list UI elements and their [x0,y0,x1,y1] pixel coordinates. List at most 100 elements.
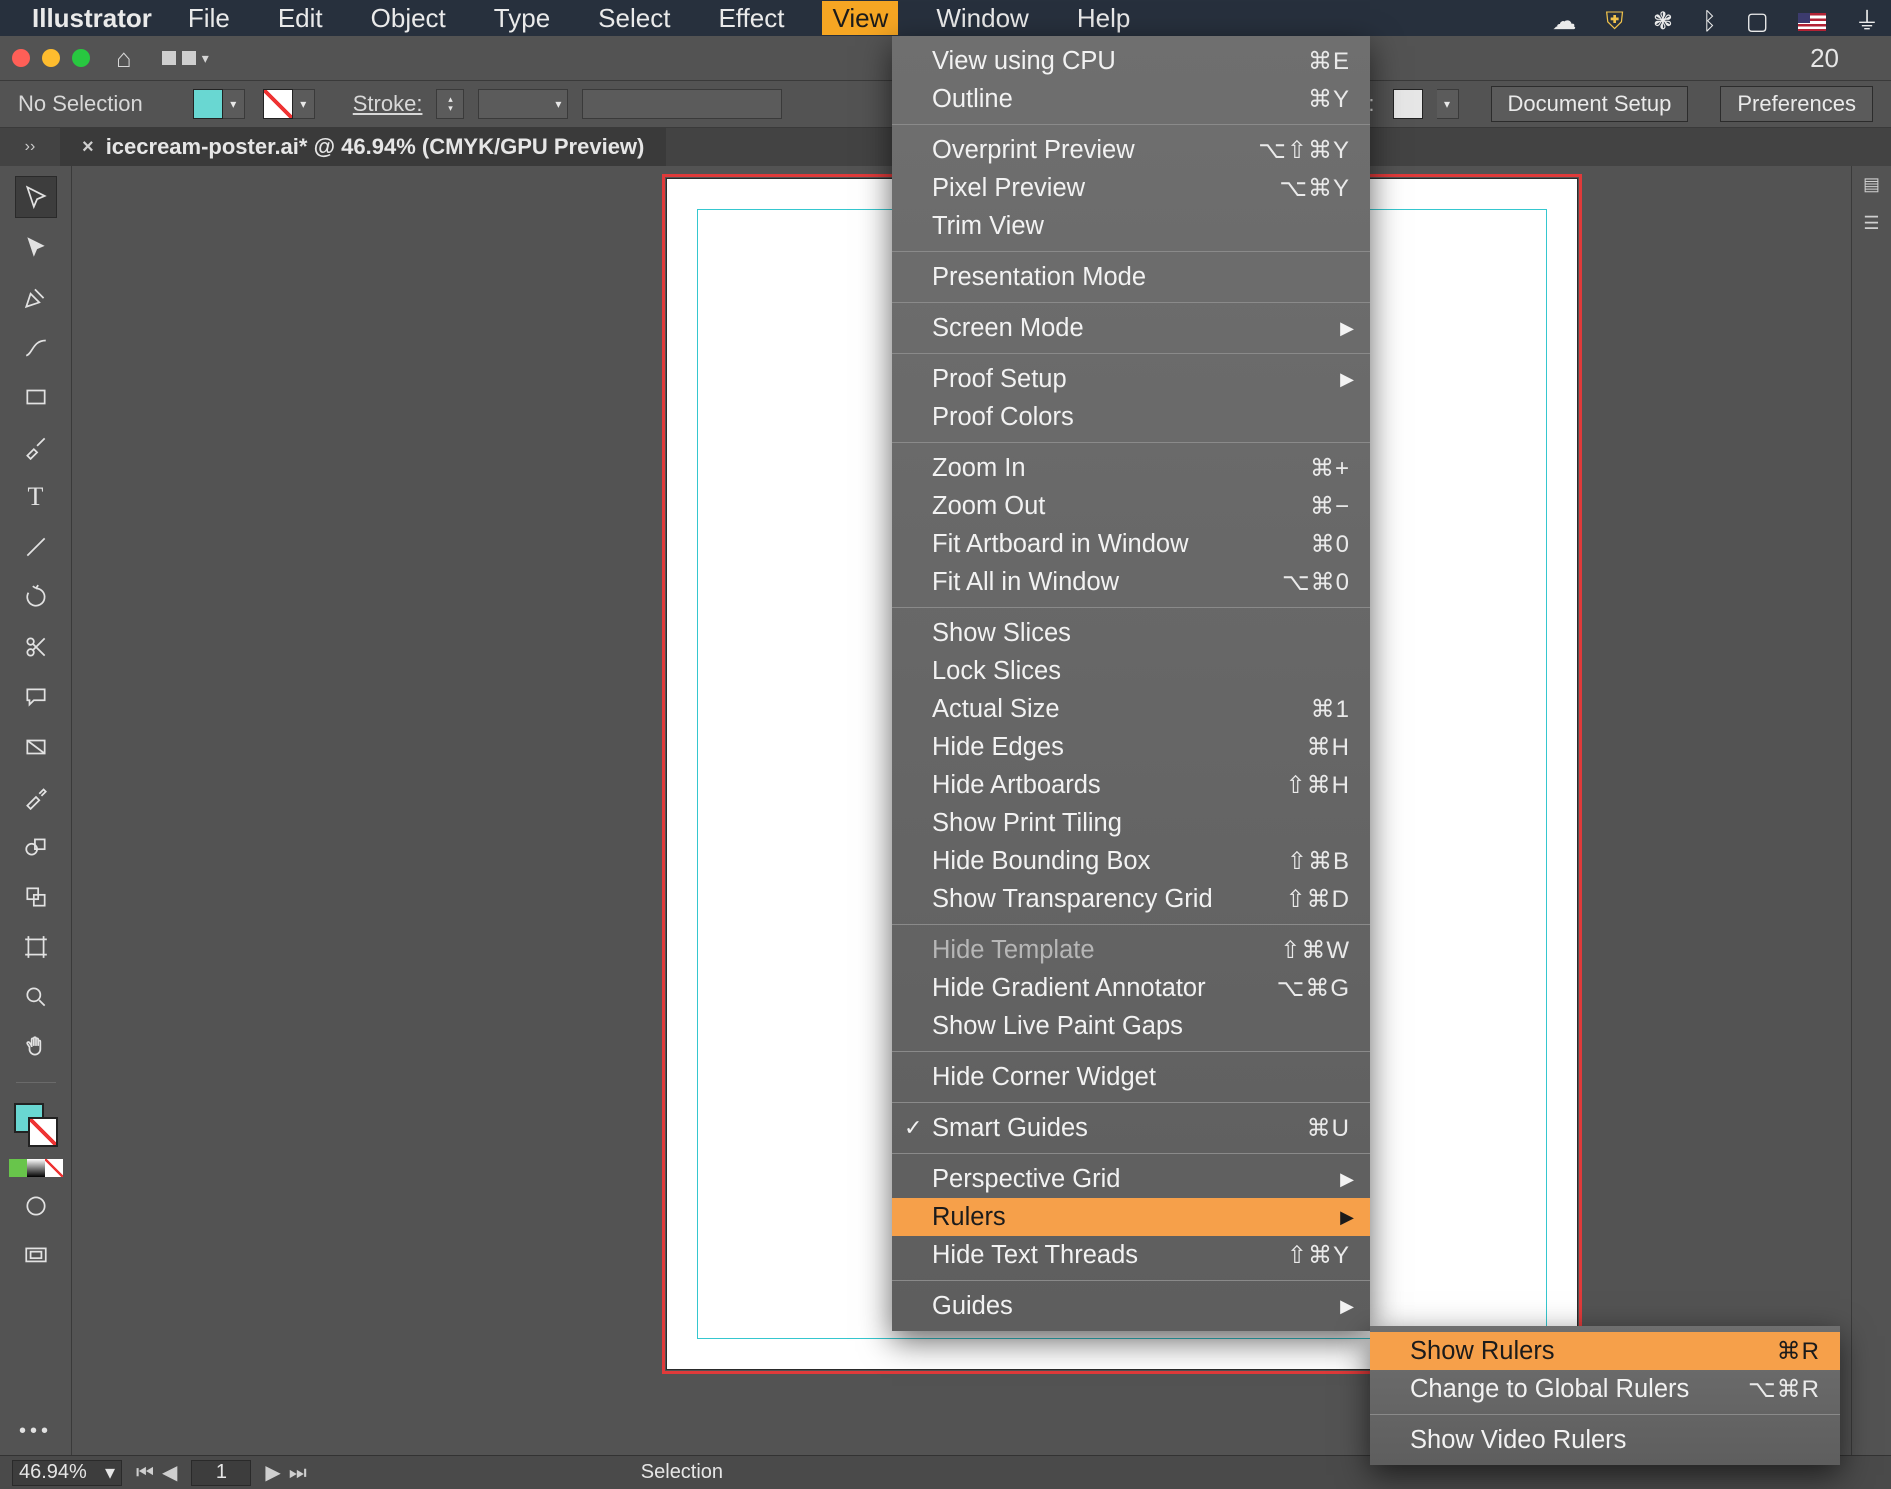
view-menu-item-show-slices[interactable]: Show Slices [892,614,1370,652]
tool-rectangle[interactable] [15,376,57,418]
tool-paintbrush[interactable] [15,426,57,468]
menubar-item-file[interactable]: File [178,1,240,35]
fill-swatch-dropdown[interactable]: ▾ [223,89,245,119]
view-menu-item-perspective-grid[interactable]: Perspective Grid▶ [892,1160,1370,1198]
menubar-item-help[interactable]: Help [1067,1,1140,35]
menubar-item-effect[interactable]: Effect [708,1,794,35]
view-menu-item-presentation-mode[interactable]: Presentation Mode [892,258,1370,296]
view-menu-item-fit-artboard-in-window[interactable]: Fit Artboard in Window⌘0 [892,525,1370,563]
stroke-label[interactable]: Stroke: [353,91,423,117]
close-window-button[interactable] [12,49,30,67]
fan-icon[interactable]: ❃ [1653,8,1673,35]
tool-zoom[interactable] [15,976,57,1018]
cloud-icon[interactable]: ☁︎ [1552,8,1576,35]
us-flag-icon[interactable] [1798,13,1826,31]
view-menu-item-show-transparency-grid[interactable]: Show Transparency Grid⇧⌘D [892,880,1370,918]
view-menu-item-trim-view[interactable]: Trim View [892,207,1370,245]
stroke-weight-stepper[interactable]: ▴▾ [436,89,464,119]
tool-speech[interactable] [15,676,57,718]
zoom-level-field[interactable]: 46.94%▾ [12,1460,122,1486]
graphic-style-dropdown[interactable]: ▾ [1437,89,1459,119]
fill-swatch[interactable] [193,89,223,119]
fill-stroke-indicator[interactable] [14,1103,58,1147]
menubar-item-view[interactable]: View [822,1,898,35]
rulers-submenu-item-show-video-rulers[interactable]: Show Video Rulers [1370,1421,1840,1459]
properties-panel-icon[interactable]: ▤ [1863,174,1880,195]
view-menu-item-overprint-preview[interactable]: Overprint Preview⌥⇧⌘Y [892,131,1370,169]
edit-toolbar-button[interactable]: ••• [19,1420,52,1443]
view-menu-item-hide-gradient-annotator[interactable]: Hide Gradient Annotator⌥⌘G [892,969,1370,1007]
artboard-nav-next[interactable]: ▶⏭ [261,1460,310,1485]
tool-type[interactable]: T [15,476,57,518]
view-menu-item-guides[interactable]: Guides▶ [892,1287,1370,1325]
graphic-style-swatch[interactable] [1393,89,1423,119]
close-tab-icon[interactable]: × [82,136,94,159]
brush-definition-select[interactable] [582,89,782,119]
stroke-swatch[interactable] [263,89,293,119]
home-icon[interactable]: ⌂ [116,43,132,74]
tool-rotate[interactable] [15,576,57,618]
view-menu-item-screen-mode[interactable]: Screen Mode▶ [892,309,1370,347]
tool-blend[interactable] [15,826,57,868]
rulers-submenu-item-change-to-global-rulers[interactable]: Change to Global Rulers⌥⌘R [1370,1370,1840,1408]
stroke-weight-select[interactable]: ▾ [478,89,568,119]
tool-selection[interactable] [15,176,57,218]
view-menu-item-hide-bounding-box[interactable]: Hide Bounding Box⇧⌘B [892,842,1370,880]
view-menu-item-zoom-in[interactable]: Zoom In⌘+ [892,449,1370,487]
app-name[interactable]: Illustrator [32,3,152,34]
view-menu-item-hide-edges[interactable]: Hide Edges⌘H [892,728,1370,766]
tool-curvature[interactable] [15,326,57,368]
wifi-icon[interactable]: ⏚ [1855,8,1879,35]
menubar-item-type[interactable]: Type [484,1,560,35]
document-setup-button[interactable]: Document Setup [1491,86,1689,122]
artboard-number-field[interactable]: 1 [191,1460,251,1486]
stroke-swatch-dropdown[interactable]: ▾ [293,89,315,119]
document-tab[interactable]: × icecream-poster.ai* @ 46.94% (CMYK/GPU… [60,128,666,166]
tool-artboard[interactable] [15,926,57,968]
menubar-item-window[interactable]: Window [926,1,1038,35]
view-menu-item-lock-slices[interactable]: Lock Slices [892,652,1370,690]
tool-eyedropper[interactable] [15,776,57,818]
airplay-icon[interactable]: ▢ [1746,8,1769,35]
tool-line-segment[interactable] [15,526,57,568]
minimize-window-button[interactable] [42,49,60,67]
screen-mode-icon[interactable] [15,1235,57,1277]
view-menu-item-fit-all-in-window[interactable]: Fit All in Window⌥⌘0 [892,563,1370,601]
view-menu-item-smart-guides[interactable]: ✓Smart Guides⌘U [892,1109,1370,1147]
tool-direct-selection[interactable] [15,226,57,268]
tools-panel: T ••• [0,166,72,1455]
tool-pen[interactable] [15,276,57,318]
view-menu-item-zoom-out[interactable]: Zoom Out⌘− [892,487,1370,525]
zoom-window-button[interactable] [72,49,90,67]
view-menu-item-proof-colors[interactable]: Proof Colors [892,398,1370,436]
artboard-nav[interactable]: ⏮◀ [132,1460,181,1485]
view-menu-item-show-print-tiling[interactable]: Show Print Tiling [892,804,1370,842]
view-menu-item-show-live-paint-gaps[interactable]: Show Live Paint Gaps [892,1007,1370,1045]
shield-icon[interactable]: ⛨ [1606,8,1624,35]
view-menu-item-outline[interactable]: Outline⌘Y [892,80,1370,118]
view-menu-item-pixel-preview[interactable]: Pixel Preview⌥⌘Y [892,169,1370,207]
bluetooth-icon[interactable]: ᛒ [1702,8,1716,35]
view-menu-item-view-using-cpu[interactable]: View using CPU⌘E [892,42,1370,80]
tool-hand[interactable] [15,1026,57,1068]
layers-panel-icon[interactable]: ☰ [1863,213,1879,234]
view-menu-item-rulers[interactable]: Rulers▶ [892,1198,1370,1236]
color-mode-buttons[interactable] [9,1159,63,1177]
tool-gradient[interactable] [15,726,57,768]
menubar-item-select[interactable]: Select [588,1,680,35]
menubar-item-edit[interactable]: Edit [268,1,333,35]
expand-panels-handle[interactable]: ›› [0,128,60,166]
tool-scissors[interactable] [15,626,57,668]
view-menu-item-hide-artboards[interactable]: Hide Artboards⇧⌘H [892,766,1370,804]
preferences-button[interactable]: Preferences [1720,86,1873,122]
tool-symbol-sprayer[interactable] [15,876,57,918]
menubar-item-object[interactable]: Object [361,1,456,35]
workspace-layout-picker[interactable]: ▾ [162,50,209,67]
menu-item-label: Show Print Tiling [932,809,1350,838]
view-menu-item-actual-size[interactable]: Actual Size⌘1 [892,690,1370,728]
rulers-submenu-item-show-rulers[interactable]: Show Rulers⌘R [1370,1332,1840,1370]
view-menu-item-hide-text-threads[interactable]: Hide Text Threads⇧⌘Y [892,1236,1370,1274]
draw-mode-icon[interactable] [15,1185,57,1227]
view-menu-item-hide-corner-widget[interactable]: Hide Corner Widget [892,1058,1370,1096]
view-menu-item-proof-setup[interactable]: Proof Setup▶ [892,360,1370,398]
